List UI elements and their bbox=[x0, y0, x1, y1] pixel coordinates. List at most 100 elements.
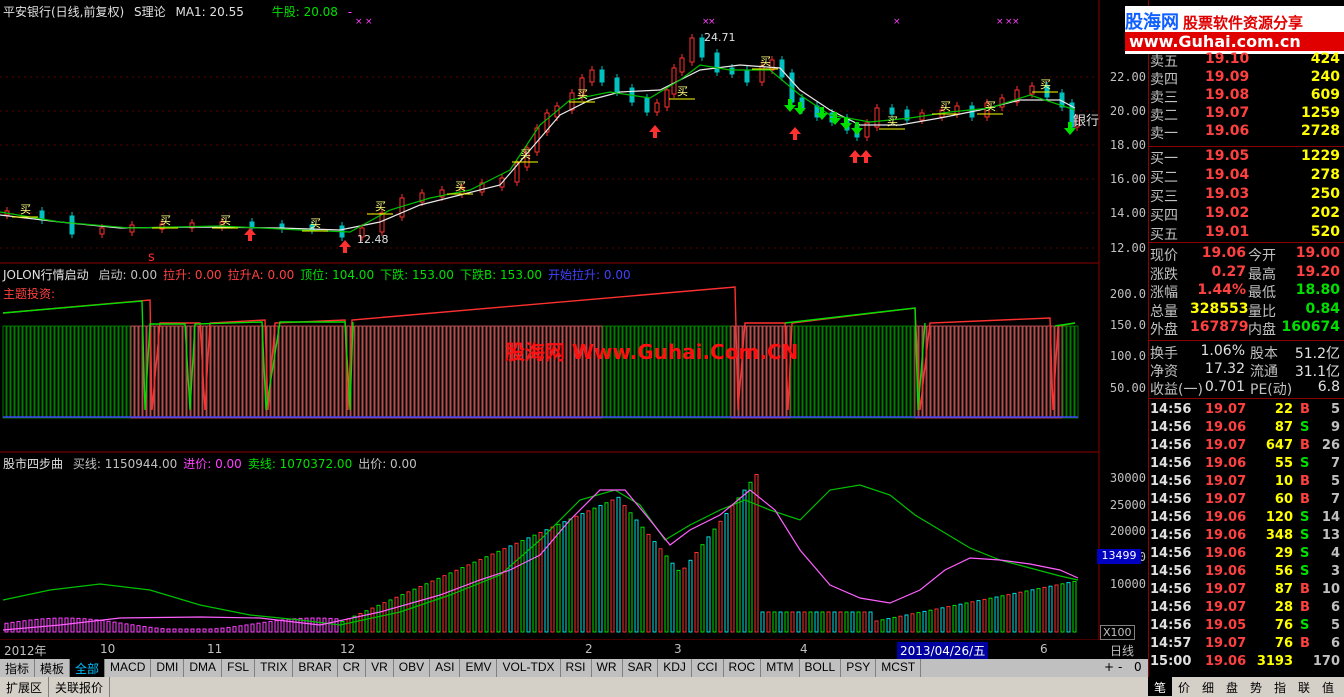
tick-count: 9 bbox=[1330, 420, 1340, 435]
tick-price: 19.07 bbox=[1205, 438, 1247, 453]
indicator-tab[interactable]: RSI bbox=[561, 659, 592, 677]
candle bbox=[671, 67, 677, 95]
zoom-zero[interactable]: 0 bbox=[1134, 660, 1142, 674]
bid-row[interactable]: 买一 19.05 1229 bbox=[1150, 148, 1342, 167]
kline-canvas[interactable]: 买买买买买买买买 买买买买 买买× × ×× × × × × bbox=[0, 0, 1100, 640]
indicator-tab[interactable]: PSY bbox=[841, 659, 877, 677]
bottom-tab[interactable]: 扩展区 bbox=[0, 677, 50, 697]
indicator-tab[interactable]: MTM bbox=[761, 659, 800, 677]
indicator-tab[interactable]: ROC bbox=[724, 659, 762, 677]
indicator-tab[interactable]: KDJ bbox=[658, 659, 692, 677]
indicator-tab[interactable]: VOL-TDX bbox=[497, 659, 561, 677]
indicator-tab[interactable]: MACD bbox=[105, 659, 152, 677]
quote-tab[interactable]: 细 bbox=[1196, 677, 1220, 696]
bid-row[interactable]: 买五 19.01 520 bbox=[1150, 224, 1342, 243]
tick-volume: 647 bbox=[1265, 438, 1293, 453]
mid-item: 开始拉升: 0.00 bbox=[548, 268, 631, 282]
indicator-tab[interactable]: WR bbox=[592, 659, 623, 677]
quote-tab[interactable]: 笔 bbox=[1148, 677, 1172, 696]
mid-bar bbox=[74, 325, 79, 419]
low-bar bbox=[184, 628, 189, 633]
indicator-tab[interactable]: BRAR bbox=[293, 659, 338, 677]
mid-bar bbox=[422, 325, 427, 419]
ask-row[interactable]: 卖四 19.09 240 bbox=[1150, 69, 1342, 88]
mid-bar bbox=[290, 325, 295, 419]
indicator-tab[interactable]: VR bbox=[366, 659, 394, 677]
bid-row[interactable]: 买四 19.02 202 bbox=[1150, 205, 1342, 224]
indicator-tab[interactable]: DMA bbox=[184, 659, 223, 677]
tick-count: 26 bbox=[1321, 438, 1340, 453]
up-arrow-icon bbox=[849, 150, 861, 163]
indicator-tab[interactable]: DMI bbox=[151, 659, 185, 677]
mid-bar bbox=[846, 325, 851, 419]
low-bar bbox=[934, 608, 939, 633]
indicator-tab[interactable]: ASI bbox=[430, 659, 461, 677]
low-bar bbox=[634, 519, 639, 633]
quote-tab[interactable]: 势 bbox=[1244, 677, 1268, 696]
low-item: 买线: 1150944.00 bbox=[72, 457, 178, 471]
quote-tab[interactable]: 盘 bbox=[1220, 677, 1244, 696]
indicator-tab[interactable]: CCI bbox=[692, 659, 724, 677]
zoom-minus[interactable]: - bbox=[1118, 660, 1122, 674]
finance-value: 1.06% bbox=[1200, 343, 1245, 359]
mid-line-green-3 bbox=[1054, 322, 1076, 327]
mid-bar bbox=[14, 325, 19, 419]
indicator-tab[interactable]: BOLL bbox=[800, 659, 842, 677]
low-bar bbox=[388, 599, 393, 633]
quote-value: 19.00 bbox=[1295, 245, 1340, 261]
indicator-tab[interactable]: 指标 bbox=[0, 659, 36, 677]
bottom-tab[interactable]: 关联报价 bbox=[49, 677, 111, 697]
indicator-tab[interactable]: CR bbox=[338, 659, 367, 677]
low-bar bbox=[658, 548, 663, 633]
row-label: 买四 bbox=[1150, 208, 1178, 224]
ask-row[interactable]: 卖二 19.07 1259 bbox=[1150, 105, 1342, 124]
logo-line1: 股海网 股票软件资源分享 bbox=[1125, 12, 1304, 33]
tick-count: 10 bbox=[1321, 582, 1340, 597]
ask-row[interactable]: 卖五 19.10 424 bbox=[1150, 51, 1342, 70]
chart-area[interactable]: 买买买买买买买买买买买买买买 × × × × × × × × 平安银行(日线,前复权) S理论 … bbox=[0, 0, 1100, 640]
mid-bar bbox=[1038, 325, 1043, 419]
indicator-tab[interactable]: MCST bbox=[876, 659, 922, 677]
low-bar bbox=[808, 611, 813, 633]
indicator-tab[interactable]: 全部 bbox=[70, 659, 106, 677]
mid-bar bbox=[482, 325, 487, 419]
low-bar bbox=[178, 628, 183, 633]
low-bar bbox=[352, 615, 357, 633]
quote-tab[interactable]: 价 bbox=[1172, 677, 1196, 696]
bid-row[interactable]: 买三 19.03 250 bbox=[1150, 186, 1342, 205]
indicator-tab[interactable]: SAR bbox=[623, 659, 659, 677]
indicator-tab[interactable]: FSL bbox=[222, 659, 256, 677]
mid-bar bbox=[942, 325, 947, 419]
row-price: 19.02 bbox=[1205, 205, 1250, 221]
mid-bar bbox=[134, 325, 139, 419]
indicator-tab[interactable]: OBV bbox=[394, 659, 431, 677]
quote-tab[interactable]: 指 bbox=[1268, 677, 1292, 696]
quote-tab[interactable]: 联 bbox=[1292, 677, 1316, 696]
low-bar bbox=[544, 529, 549, 633]
bid-row[interactable]: 买二 19.04 278 bbox=[1150, 167, 1342, 186]
tick-time: 14:56 bbox=[1150, 510, 1192, 525]
quote-tab[interactable]: 值 bbox=[1316, 677, 1340, 696]
ask-row[interactable]: 卖一 19.06 2728 bbox=[1150, 123, 1342, 142]
tick-volume: 87 bbox=[1274, 420, 1293, 435]
mid-bar bbox=[842, 325, 847, 419]
tick-volume: 76 bbox=[1274, 618, 1293, 633]
zoom-plus[interactable]: + bbox=[1104, 660, 1114, 674]
low-bar bbox=[976, 600, 981, 633]
scale-label[interactable]: X100 bbox=[1100, 625, 1135, 640]
mid-bar bbox=[810, 325, 815, 419]
low-bar bbox=[364, 610, 369, 633]
period-label[interactable]: 日线 bbox=[1110, 642, 1134, 659]
mid-header: JOLON行情启动 启动: 0.00 拉升: 0.00 拉升A: 0.00 顶位: 1… bbox=[3, 266, 643, 283]
tick-row: 14:56 19.06 56 S 3 bbox=[1150, 564, 1342, 582]
low-bar bbox=[856, 611, 861, 633]
mid-bar bbox=[62, 325, 67, 419]
indicator-tab[interactable]: TRIX bbox=[255, 659, 294, 677]
low-bar bbox=[742, 489, 747, 633]
row-label: 买二 bbox=[1150, 170, 1178, 186]
indicator-tab[interactable]: 模板 bbox=[35, 659, 71, 677]
ask-row[interactable]: 卖三 19.08 609 bbox=[1150, 87, 1342, 106]
mid-bar bbox=[958, 325, 963, 419]
main-header: 平安银行(日线,前复权) S理论 MA1: 20.55 牛股: 20.08 - bbox=[3, 3, 358, 20]
indicator-tab[interactable]: EMV bbox=[460, 659, 498, 677]
